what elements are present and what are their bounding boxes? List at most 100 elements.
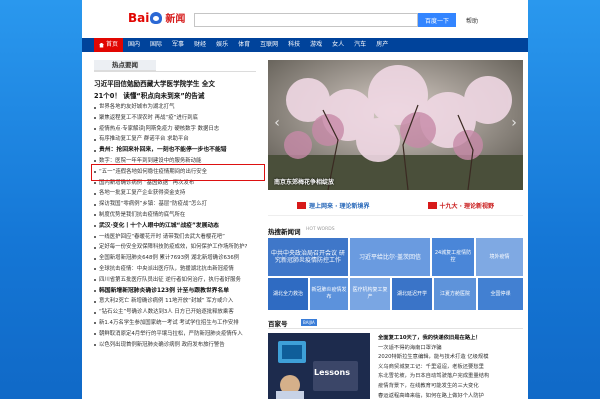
- news-item[interactable]: 有序推动复工复产 群诺平台 求助平台: [94, 134, 260, 145]
- hot-words-subtitle: HOT WORDS: [306, 227, 335, 232]
- lessons-thumbnail[interactable]: Lessons: [268, 333, 370, 399]
- nav-item-2[interactable]: 国际: [145, 38, 167, 52]
- news-item[interactable]: 意大利2死亡 新增确诊病例 11地开放“封城” 军方或介入: [94, 296, 260, 307]
- news-item[interactable]: 朝鲜取消原定4月举行的平壤马拉松，严防新冠肺炎疫情传入: [94, 329, 260, 340]
- news-item[interactable]: 全球抗击疫情：中央派出医疗队，驰援湖北抗击新冠疫情: [94, 264, 260, 275]
- nav-item-8[interactable]: 科技: [283, 38, 305, 52]
- nav-item-12[interactable]: 房产: [371, 38, 393, 52]
- hero-caption[interactable]: 南京东郊梅花争相绽放: [274, 177, 334, 186]
- header: Bai 新闻 百度一下 帮助: [82, 0, 528, 34]
- hot-word-tile[interactable]: 江夏方舱医院: [434, 278, 476, 310]
- nav-label: 财经: [194, 41, 207, 48]
- banner-theory[interactable]: 理上网来 · 理论新境界: [297, 201, 369, 210]
- search-input[interactable]: [194, 13, 418, 27]
- banner-row: 理上网来 · 理论新境界 十九大 · 理论新视野: [268, 196, 523, 216]
- right-background: [528, 0, 600, 399]
- flag-icon: [297, 202, 307, 209]
- news-item[interactable]: 各地一批复工复产企业获得资金支持: [94, 188, 260, 199]
- baijia-list: 全面复工10天了，我的快递依旧是在路上！ 一次适不得的海南口罩诈骗 2020特斯拉生…: [378, 334, 524, 399]
- baidu-news-logo[interactable]: Bai 新闻: [128, 10, 186, 26]
- hot-word-tile[interactable]: 湖北延迟开学: [392, 278, 432, 310]
- news-item[interactable]: 全国新增新冠肺炎648例 累计7693例 湖北新增确诊636例: [94, 253, 260, 264]
- news-item[interactable]: 韩国新增新冠肺炎确诊123例 计至与跟教世界名单: [94, 286, 260, 297]
- flag-icon: [427, 202, 437, 209]
- news-item[interactable]: 聚焦返程复工不误农时 再战“疫”进行到底: [94, 113, 260, 124]
- baijia-item[interactable]: 一次适不得的海南口罩诈骗: [378, 344, 524, 354]
- main-nav: 首页 国内 国际 军事 财经 娱乐 体育 互联网 科技 游戏 女人 汽车 房产: [82, 38, 528, 52]
- hot-words-grid: 中共中央政治局召开会议 研究新冠肺炎疫情防控工作 习近平给比尔·盖茨回信 24城复工…: [268, 238, 523, 310]
- nav-label: 国际: [150, 41, 163, 48]
- nav-label: 汽车: [354, 41, 367, 48]
- baijia-item[interactable]: 疫情背景下，在线教育可能发生的三大变化: [378, 382, 524, 392]
- tab-hot-news[interactable]: 热点要闻: [94, 60, 156, 71]
- paw-icon: [150, 11, 163, 24]
- help-link[interactable]: 帮助: [466, 16, 478, 25]
- home-icon: [99, 42, 104, 48]
- nav-item-7[interactable]: 互联网: [255, 38, 283, 52]
- baijia-divider: [268, 328, 523, 329]
- nav-item-3[interactable]: 军事: [167, 38, 189, 52]
- hot-word-tile[interactable]: 中共中央政治局召开会议 研究新冠肺炎疫情防控工作: [268, 238, 348, 276]
- news-item[interactable]: 疫情热点·专家解读|阿斯免疫力 硬核数字 数据日志: [94, 124, 260, 135]
- headline-1[interactable]: 习近平回信勉励西藏大学医学院学生 全文: [94, 78, 260, 90]
- news-item[interactable]: 探访我国“零病例”乡镇：基层“防疫战”怎么打: [94, 199, 260, 210]
- nav-item-1[interactable]: 国内: [123, 38, 145, 52]
- search-button[interactable]: 百度一下: [418, 13, 456, 27]
- baijia-badge: BAIJIA: [301, 319, 317, 326]
- news-item[interactable]: 新1.4万名学生参加国家统一考试 考试学位招生与工作安排: [94, 318, 260, 329]
- logo-news-text: 新闻: [165, 14, 186, 25]
- nav-label: 国内: [128, 41, 141, 48]
- nav-item-10[interactable]: 女人: [327, 38, 349, 52]
- nav-item-6[interactable]: 体育: [233, 38, 255, 52]
- news-item[interactable]: 以色列出现首例新冠肺炎确诊病例 政府发布旅行警告: [94, 340, 260, 351]
- hot-word-tile[interactable]: 湖北全力救治: [268, 278, 308, 310]
- news-item[interactable]: 武汉·变化丨十个人眼中的江城“战疫”发展动态: [94, 221, 260, 232]
- hot-word-tile[interactable]: 医疗机构复工复产: [350, 278, 390, 310]
- news-item[interactable]: 贵州：抢回来补回来，一刻也不能停一步也不能错: [94, 145, 260, 156]
- nav-item-4[interactable]: 财经: [189, 38, 211, 52]
- news-item[interactable]: “钻石公主”号确诊人数达到3人 日方已开始逐批释放乘客: [94, 307, 260, 318]
- banner-theory-text: 理上网来 · 理论新境界: [309, 203, 370, 210]
- baijia-item[interactable]: 义乌商贸城复工记：千里迢迢，老板还要愁里: [378, 363, 524, 373]
- baijia-title: 百家号: [268, 320, 288, 328]
- news-item[interactable]: 世界各地的友好城市为湖北打气: [94, 102, 260, 113]
- highlight-box: [91, 164, 265, 181]
- nav-item-11[interactable]: 汽车: [349, 38, 371, 52]
- nav-label: 女人: [332, 41, 345, 48]
- news-item[interactable]: 制度优势是我们抗击疫情的底气所在: [94, 210, 260, 221]
- nav-label: 首页: [106, 41, 119, 48]
- nav-label: 军事: [172, 41, 185, 48]
- hero-image[interactable]: ‹ › 南京东郊梅花争相绽放: [268, 60, 523, 190]
- nav-label: 游戏: [310, 41, 323, 48]
- nav-item-0[interactable]: 首页: [94, 38, 124, 52]
- lessons-image: [268, 333, 370, 399]
- nav-label: 互联网: [260, 41, 279, 48]
- nav-label: 房产: [376, 41, 389, 48]
- baijia-item[interactable]: 春运返程高峰来临，如何在路上做好个人防护: [378, 392, 524, 399]
- news-item[interactable]: 一线医护回应“春暖花开时 请带我们去武大看樱花吧”: [94, 232, 260, 243]
- hot-word-tile[interactable]: 新冠肺炎疫情发布: [310, 278, 348, 310]
- baijia-item[interactable]: 东北雪花坡，为日本自动驾驶落户完成重量结构: [378, 372, 524, 382]
- baijia-item[interactable]: 2020特斯拉生意编辑，能与技术打造 亿级规模: [378, 353, 524, 363]
- nav-label: 体育: [238, 41, 251, 48]
- nav-item-9[interactable]: 游戏: [305, 38, 327, 52]
- news-page: Bai 新闻 百度一下 帮助 首页 国内 国际 军事 财经 娱乐 体育 互联网 科技 游戏 女人 汽车…: [82, 0, 528, 399]
- hot-word-tile[interactable]: 境外疫情: [476, 238, 523, 276]
- hot-word-tile[interactable]: 24城复工疫情防控: [432, 238, 474, 276]
- news-item[interactable]: 四川省第五批医疗队员出征 逆行者如何治疗，执行者好服务: [94, 275, 260, 286]
- banner-congress[interactable]: 十九大 · 理论新视野: [427, 201, 494, 210]
- news-item[interactable]: 定好每一份安全双保障科技防疫成效，如何保护工作场所防护?: [94, 242, 260, 253]
- prev-arrow-icon[interactable]: ‹: [272, 115, 282, 131]
- hot-word-tile[interactable]: 全国停课: [478, 278, 523, 310]
- baijia-item[interactable]: 全面复工10天了，我的快递依旧是在路上！: [378, 334, 524, 344]
- banner-congress-text: 十九大 · 理论新视野: [439, 203, 494, 210]
- hot-news-list: 习近平回信勉励西藏大学医学院学生 全文 21个0！ 读懂“积点向未到来”的告诫 …: [94, 78, 260, 350]
- nav-label: 娱乐: [216, 41, 229, 48]
- hot-words-title: 热搜新闻词: [268, 228, 301, 236]
- hot-word-tile[interactable]: 习近平给比尔·盖茨回信: [350, 238, 430, 276]
- nav-item-5[interactable]: 娱乐: [211, 38, 233, 52]
- next-arrow-icon[interactable]: ›: [509, 115, 519, 131]
- headline-2[interactable]: 21个0！ 读懂“积点向未到来”的告诫: [94, 90, 260, 102]
- logo-text: Bai: [128, 10, 150, 25]
- left-background: [0, 0, 82, 399]
